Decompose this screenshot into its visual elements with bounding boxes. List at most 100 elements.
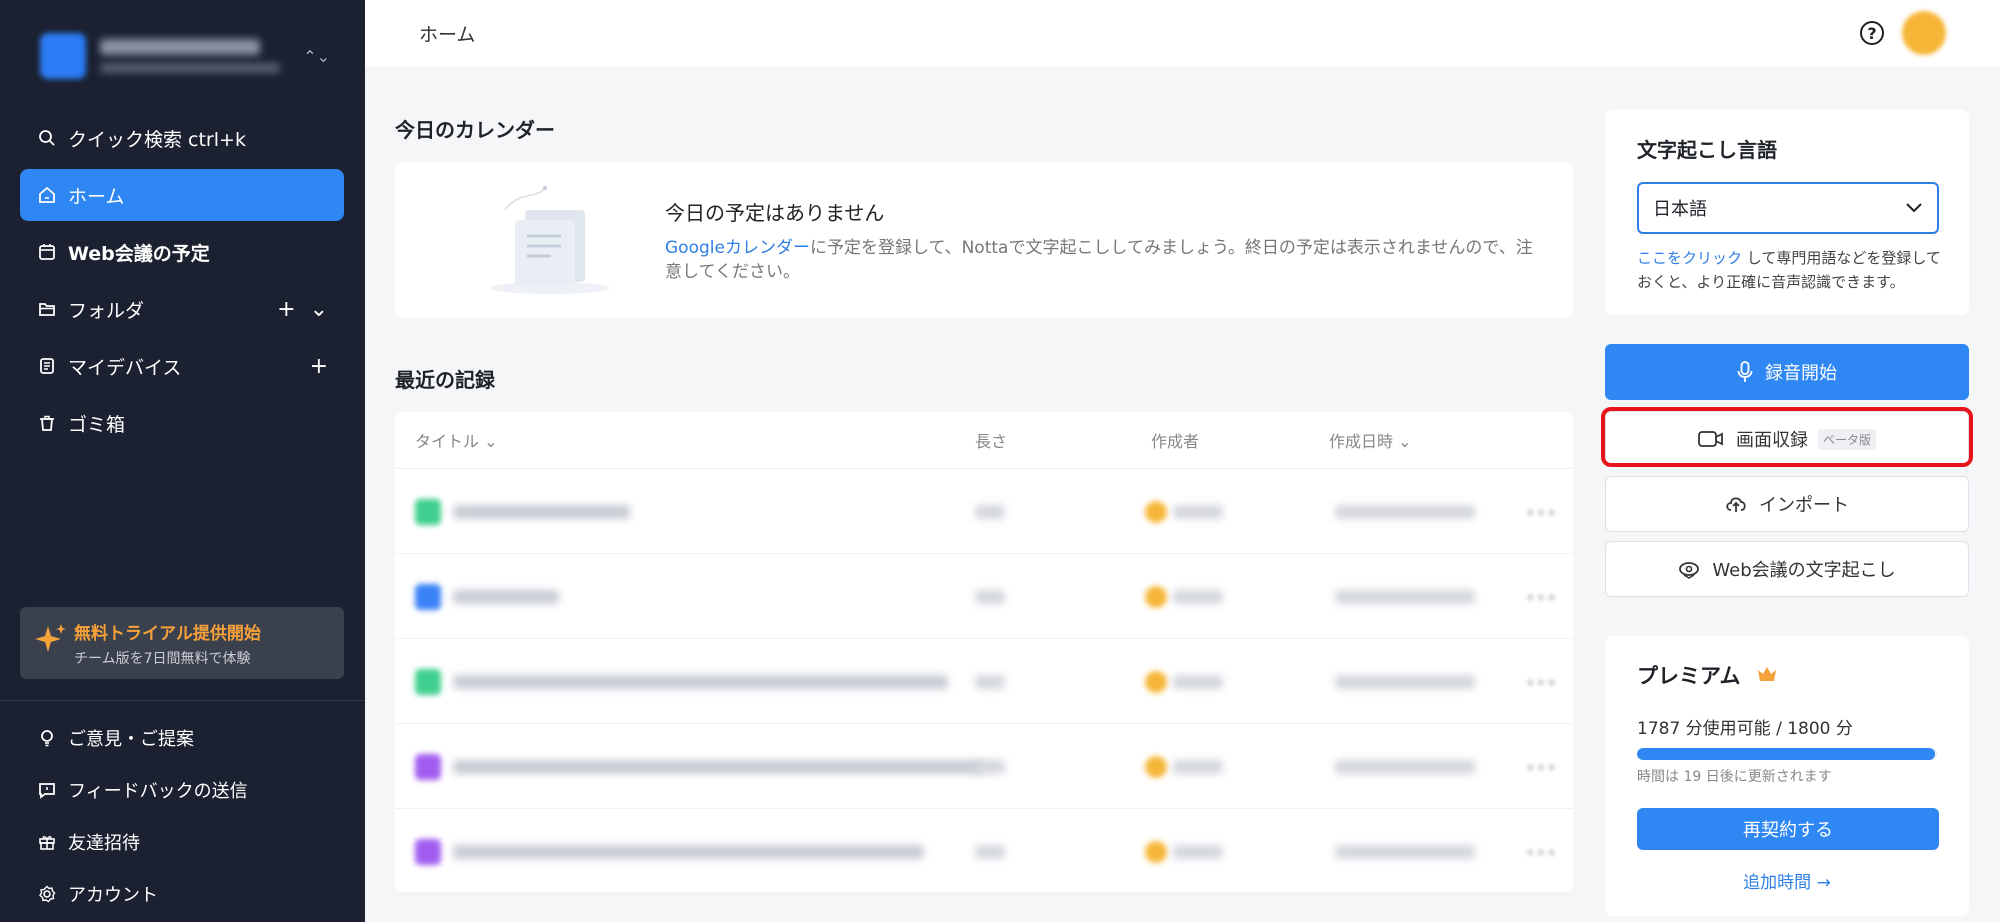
calendar-empty-title: 今日の予定はありません bbox=[665, 200, 885, 225]
more-icon[interactable]: ••• bbox=[1525, 673, 1557, 694]
sidebar-item-label: ゴミ箱 bbox=[68, 413, 126, 436]
chevron-updown-icon[interactable]: ⌃⌄ bbox=[303, 47, 330, 66]
meeting-icon bbox=[1678, 559, 1700, 579]
table-body: ••• ••• ••• ••• ••• bbox=[395, 469, 1573, 894]
device-icon bbox=[36, 355, 58, 377]
sidebar-item-account[interactable]: アカウント bbox=[20, 868, 344, 920]
workspace-logo bbox=[40, 33, 86, 79]
workspace-switcher[interactable]: ⌃⌄ bbox=[40, 30, 330, 82]
language-selected-value: 日本語 bbox=[1653, 199, 1707, 220]
sidebar-item-folders[interactable]: フォルダ + ⌄ bbox=[20, 283, 344, 335]
calendar-icon bbox=[36, 241, 58, 263]
cloud-upload-icon bbox=[1725, 495, 1747, 513]
trash-icon bbox=[36, 412, 58, 434]
custom-vocab-link[interactable]: ここをクリック bbox=[1637, 249, 1742, 267]
record-title bbox=[453, 675, 948, 689]
usage-progress-bar bbox=[1637, 748, 1937, 760]
author-name bbox=[1173, 505, 1223, 519]
sidebar-item-feedback[interactable]: フィードバックの送信 bbox=[20, 764, 344, 816]
start-recording-button[interactable]: 録音開始 bbox=[1605, 344, 1969, 400]
add-device-button[interactable]: + bbox=[310, 354, 328, 379]
sidebar-item-web-meetings[interactable]: Web会議の予定 bbox=[20, 226, 344, 278]
more-icon[interactable]: ••• bbox=[1525, 588, 1557, 609]
sidebar-item-label: Web会議の予定 bbox=[68, 242, 210, 265]
sidebar-item-label: フィードバックの送信 bbox=[68, 781, 248, 802]
record-date bbox=[1335, 760, 1475, 774]
author-avatar bbox=[1145, 756, 1167, 778]
premium-title: プレミアム bbox=[1637, 660, 1778, 690]
language-title: 文字起こし言語 bbox=[1637, 138, 1777, 162]
sidebar-item-label: 友達招待 bbox=[68, 833, 140, 854]
lightbulb-icon bbox=[36, 727, 58, 749]
crown-icon bbox=[1756, 664, 1778, 688]
column-date[interactable]: 作成日時 ⌄ bbox=[1329, 428, 1412, 452]
sidebar-item-label: クイック検索 ctrl+k bbox=[68, 128, 246, 151]
table-row[interactable]: ••• bbox=[395, 809, 1573, 894]
author-name bbox=[1173, 760, 1223, 774]
table-row[interactable]: ••• bbox=[395, 639, 1573, 724]
chevron-down-icon bbox=[1905, 198, 1923, 219]
table-header: タイトル ⌄ 長さ 作成者 作成日時 ⌄ bbox=[395, 412, 1573, 469]
column-length: 長さ bbox=[975, 432, 1008, 451]
author-avatar bbox=[1145, 841, 1167, 863]
import-label: インポート bbox=[1759, 495, 1849, 516]
author-name bbox=[1173, 675, 1223, 689]
premium-title-text: プレミアム bbox=[1637, 664, 1741, 688]
import-button[interactable]: インポート bbox=[1605, 476, 1969, 532]
record-icon bbox=[415, 754, 441, 780]
sidebar-item-label: ホーム bbox=[68, 185, 125, 208]
more-icon[interactable]: ••• bbox=[1525, 758, 1557, 779]
author-name bbox=[1173, 590, 1223, 604]
sparkle-icon bbox=[34, 622, 74, 664]
sidebar-item-invite[interactable]: 友達招待 bbox=[20, 816, 344, 868]
renew-button[interactable]: 再契約する bbox=[1637, 808, 1939, 850]
more-icon[interactable]: ••• bbox=[1525, 503, 1557, 524]
language-note: ここをクリック して専門用語などを登録しておくと、より正確に音声認識できます。 bbox=[1637, 246, 1942, 294]
sidebar-item-my-devices[interactable]: マイデバイス + bbox=[20, 340, 344, 392]
add-folder-button[interactable]: + bbox=[277, 297, 295, 322]
usage-progress-fill bbox=[1637, 748, 1935, 760]
record-length bbox=[975, 590, 1005, 604]
sidebar-item-quick-search[interactable]: クイック検索 ctrl+k bbox=[20, 112, 344, 164]
home-icon bbox=[36, 184, 58, 206]
sidebar-divider bbox=[0, 700, 365, 701]
web-meeting-label: Web会議の文字起こし bbox=[1712, 560, 1896, 581]
record-icon bbox=[415, 499, 441, 525]
chevron-down-icon[interactable]: ⌄ bbox=[310, 297, 328, 322]
highlight-box bbox=[1601, 407, 1973, 467]
table-row[interactable]: ••• bbox=[395, 469, 1573, 554]
breadcrumb: ホーム bbox=[419, 23, 476, 46]
record-title bbox=[453, 760, 984, 774]
record-title bbox=[453, 845, 925, 859]
feedback-icon bbox=[36, 779, 58, 801]
column-title[interactable]: タイトル ⌄ bbox=[415, 428, 498, 452]
record-length bbox=[975, 505, 1005, 519]
avatar[interactable] bbox=[1902, 11, 1946, 55]
folder-icon bbox=[36, 298, 58, 320]
add-time-link[interactable]: 追加時間 → bbox=[1605, 868, 1969, 893]
microphone-icon bbox=[1737, 361, 1753, 383]
calendar-empty-body: 今日の予定はありません Googleカレンダーに予定を登録して、Nottaで文字… bbox=[665, 197, 1545, 284]
workspace-text bbox=[100, 39, 303, 73]
google-calendar-link[interactable]: Googleカレンダー bbox=[665, 238, 810, 258]
sidebar-item-suggestions[interactable]: ご意見・ご提案 bbox=[20, 712, 344, 764]
more-icon[interactable]: ••• bbox=[1525, 843, 1557, 864]
record-icon bbox=[415, 839, 441, 865]
web-meeting-transcribe-button[interactable]: Web会議の文字起こし bbox=[1605, 541, 1969, 597]
author-name bbox=[1173, 845, 1223, 859]
author-avatar bbox=[1145, 586, 1167, 608]
table-row[interactable]: ••• bbox=[395, 554, 1573, 639]
premium-card: プレミアム 1787 分使用可能 / 1800 分 時間は 19 日後に更新され… bbox=[1605, 636, 1969, 916]
start-recording-label: 録音開始 bbox=[1765, 363, 1837, 384]
language-select[interactable]: 日本語 bbox=[1637, 182, 1939, 234]
sidebar-item-trash[interactable]: ゴミ箱 bbox=[20, 397, 344, 449]
premium-usage: 1787 分使用可能 / 1800 分 bbox=[1637, 719, 1853, 739]
record-length bbox=[975, 675, 1005, 689]
trial-title: 無料トライアル提供開始 bbox=[74, 623, 261, 644]
table-row[interactable]: ••• bbox=[395, 724, 1573, 809]
trial-banner[interactable]: 無料トライアル提供開始 チーム版を7日間無料で体験 bbox=[20, 607, 344, 679]
help-icon[interactable]: ? bbox=[1860, 21, 1884, 45]
sidebar: ⌃⌄ クイック検索 ctrl+k ホーム Web会議の予定 フォルダ + ⌄ マ… bbox=[0, 0, 365, 922]
sidebar-item-home[interactable]: ホーム bbox=[20, 169, 344, 221]
sidebar-item-label: マイデバイス bbox=[68, 356, 182, 379]
